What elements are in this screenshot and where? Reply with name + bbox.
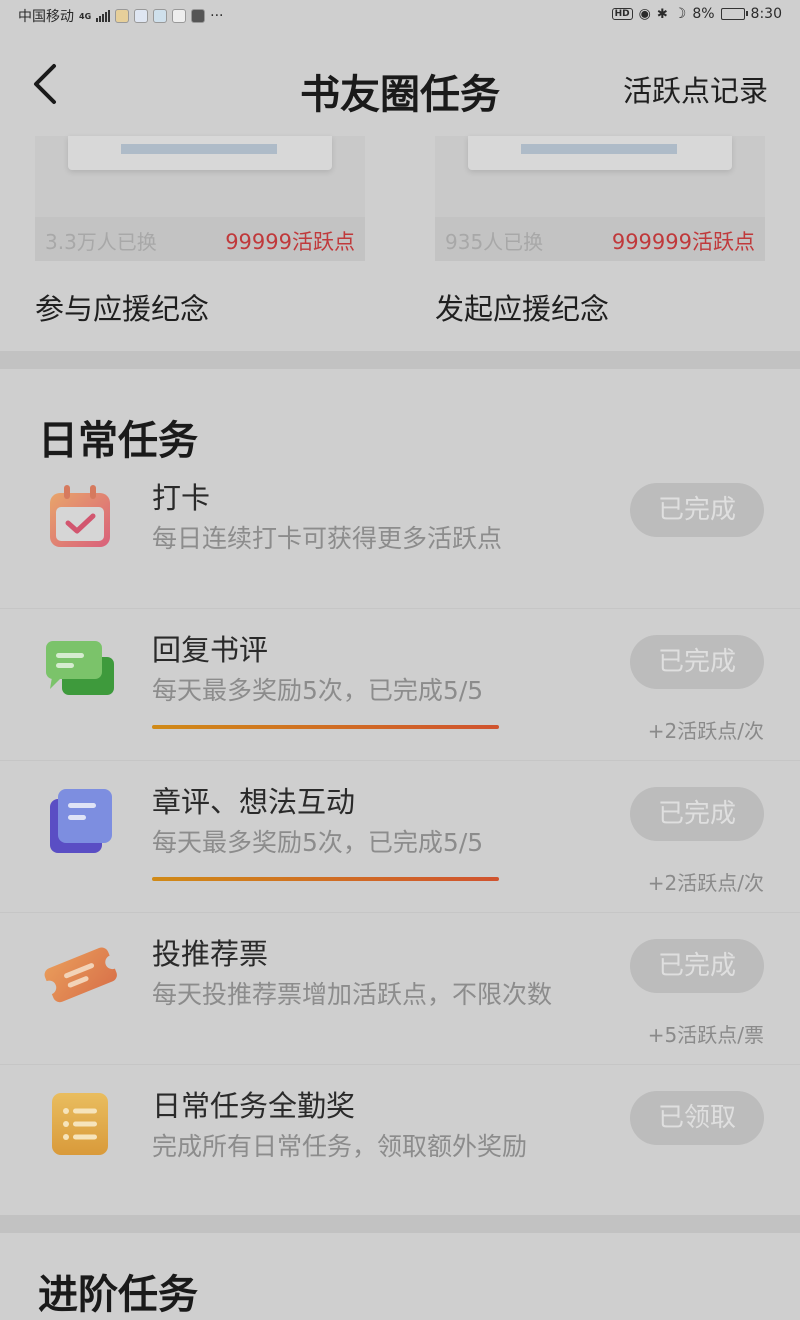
task-reward: +5活跃点/票 xyxy=(647,1023,764,1047)
task-row-chapter-comment: 章评、想法互动 每天最多奖励5次，已完成5/5 已完成 +2活跃点/次 xyxy=(0,761,800,913)
exchange-count: 3.3万人已换 xyxy=(45,230,157,254)
task-name: 打卡 xyxy=(152,481,211,515)
section-divider xyxy=(0,1215,800,1233)
progress-underline xyxy=(152,725,499,729)
task-row-recommend-vote: 投推荐票 每天投推荐票增加活跃点，不限次数 已完成 +5活跃点/票 xyxy=(0,913,800,1065)
ticket-icon xyxy=(42,947,118,1003)
task-reward: +2活跃点/次 xyxy=(647,719,764,743)
network-type: 4G xyxy=(79,11,92,21)
task-name: 投推荐票 xyxy=(152,937,269,971)
task-reward: +2活跃点/次 xyxy=(647,871,764,895)
calendar-check-icon xyxy=(50,485,110,547)
progress-underline xyxy=(152,877,499,881)
clock: 8:30 xyxy=(750,6,782,22)
task-description: 完成所有日常任务，领取额外奖励 xyxy=(152,1132,528,1161)
chat-bubbles-icon xyxy=(46,641,114,695)
task-status-button[interactable]: 已完成 xyxy=(630,635,764,689)
eye-icon: ◉ xyxy=(638,6,651,22)
reward-card-name: 参与应援纪念 xyxy=(35,292,210,326)
more-notifications: ··· xyxy=(210,8,224,24)
activity-record-link[interactable]: 活跃点记录 xyxy=(623,68,768,110)
points-price: 999999活跃点 xyxy=(611,230,755,254)
task-status-button[interactable]: 已领取 xyxy=(630,1091,764,1145)
task-name: 回复书评 xyxy=(152,633,269,667)
task-description: 每天最多奖励5次，已完成5/5 xyxy=(152,828,484,857)
bluetooth-icon: ✱ xyxy=(656,6,668,22)
task-status-button[interactable]: 已完成 xyxy=(630,939,764,993)
task-name: 章评、想法互动 xyxy=(152,785,356,819)
notification-app-icon xyxy=(115,9,130,23)
signal-icon xyxy=(96,10,111,22)
status-bar: 中国移动 4G ··· HD ◉ ✱ ☽ 8% 8:30 xyxy=(0,0,800,30)
task-row-full-attendance: 日常任务全勤奖 完成所有日常任务，领取额外奖励 已领取 xyxy=(0,1065,800,1216)
task-description: 每天最多奖励5次，已完成5/5 xyxy=(152,676,484,705)
reward-card-image: 3.3万人已换 99999活跃点 xyxy=(35,136,365,261)
carrier-name: 中国移动 xyxy=(18,9,74,25)
advanced-section-title: 进阶任务 xyxy=(38,1271,198,1318)
task-status-button[interactable]: 已完成 xyxy=(630,483,764,537)
task-status-button[interactable]: 已完成 xyxy=(630,787,764,841)
task-description: 每日连续打卡可获得更多活跃点 xyxy=(152,524,503,553)
notification-app-icon xyxy=(134,9,149,23)
notification-app-icon xyxy=(172,9,187,23)
reward-card-name: 发起应援纪念 xyxy=(435,292,610,326)
task-name: 日常任务全勤奖 xyxy=(152,1089,356,1123)
battery-percent: 8% xyxy=(692,6,715,22)
points-price: 99999活跃点 xyxy=(225,230,355,254)
battery-icon xyxy=(720,8,748,20)
task-description: 每天投推荐票增加活跃点，不限次数 xyxy=(152,980,553,1009)
mail-icon xyxy=(191,9,206,23)
moon-icon: ☽ xyxy=(673,6,687,22)
stacked-notes-icon xyxy=(50,789,112,853)
notification-app-icon xyxy=(153,9,168,23)
hd-icon: HD xyxy=(611,8,633,20)
task-row-reply-review: 回复书评 每天最多奖励5次，已完成5/5 已完成 +2活跃点/次 xyxy=(0,609,800,761)
exchange-count: 935人已换 xyxy=(445,230,544,254)
checklist-icon xyxy=(52,1093,108,1155)
reward-card-image: 935人已换 999999活跃点 xyxy=(435,136,765,261)
reward-cards: 3.3万人已换 99999活跃点 参与应援纪念 935人已换 999999活跃点… xyxy=(0,136,800,351)
page-header: 书友圈任务 活跃点记录 xyxy=(0,40,800,130)
task-row-checkin: 打卡 每日连续打卡可获得更多活跃点 已完成 xyxy=(0,457,800,609)
section-divider xyxy=(0,351,800,369)
